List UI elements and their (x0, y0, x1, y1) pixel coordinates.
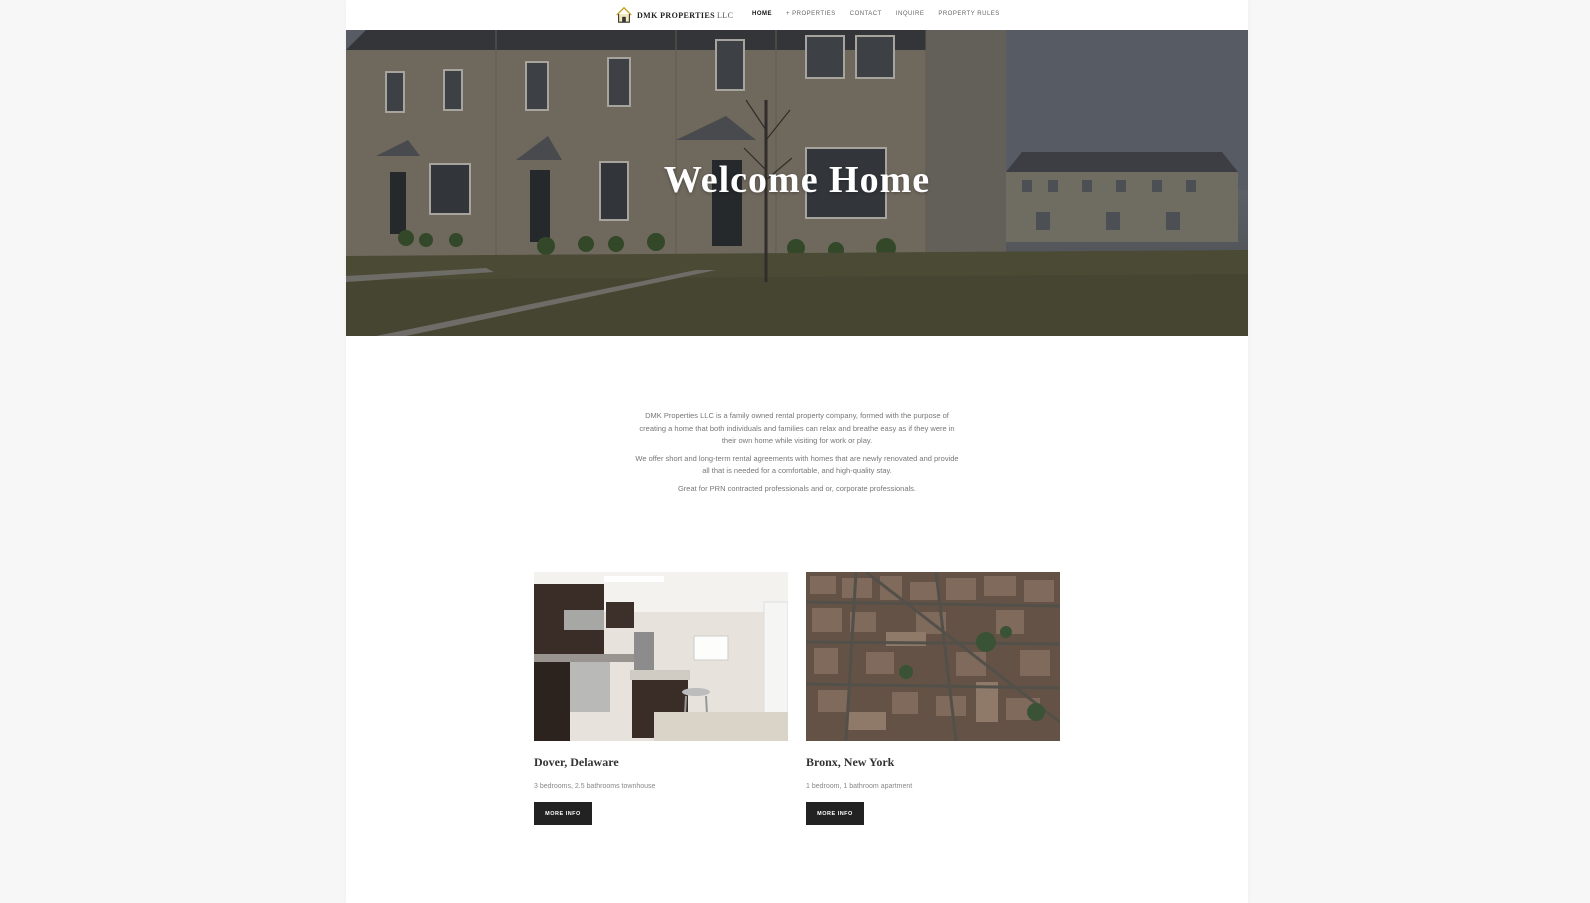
property-image-aerial[interactable] (806, 572, 1060, 741)
intro-paragraph: Great for PRN contracted professionals a… (677, 483, 917, 493)
page: DMK PROPERTIES LLC HOME + PROPERTIES CONT… (346, 0, 1248, 903)
property-card-bronx: Bronx, New York 1 bedroom, 1 bathroom ap… (806, 572, 1060, 825)
site-header: DMK PROPERTIES LLC HOME + PROPERTIES CONT… (346, 0, 1248, 30)
nav-property-rules[interactable]: PROPERTY RULES (938, 11, 999, 17)
hero-title: Welcome Home (663, 159, 931, 201)
property-title[interactable]: Bronx, New York (806, 755, 1060, 770)
intro-text: DMK Properties LLC is a family owned ren… (632, 410, 962, 500)
house-icon (616, 6, 632, 23)
aerial-photo (806, 572, 1060, 741)
main-nav: HOME + PROPERTIES CONTACT INQUIRE PROPER… (752, 11, 1000, 17)
property-title[interactable]: Dover, Delaware (534, 755, 788, 770)
more-info-button[interactable]: MORE INFO (806, 802, 864, 825)
intro-paragraph: DMK Properties LLC is a family owned ren… (639, 411, 955, 445)
property-image-kitchen[interactable] (534, 572, 788, 741)
hero-banner: Welcome Home (346, 30, 1248, 336)
nav-inquire[interactable]: INQUIRE (896, 11, 925, 17)
more-info-button[interactable]: MORE INFO (534, 802, 592, 825)
nav-home[interactable]: HOME (752, 11, 772, 17)
logo[interactable]: DMK PROPERTIES LLC (615, 6, 733, 24)
nav-properties[interactable]: + PROPERTIES (786, 11, 836, 17)
intro-paragraph: We offer short and long-term rental agre… (635, 453, 959, 476)
nav-contact[interactable]: CONTACT (850, 11, 882, 17)
property-description: 3 bedrooms, 2.5 bathrooms townhouse (534, 783, 656, 790)
kitchen-photo (534, 572, 788, 741)
property-description: 1 bedroom, 1 bathroom apartment (806, 783, 913, 790)
property-card-dover: Dover, Delaware 3 bedrooms, 2.5 bathroom… (534, 572, 788, 825)
brand-name: DMK PROPERTIES LLC (637, 10, 734, 20)
